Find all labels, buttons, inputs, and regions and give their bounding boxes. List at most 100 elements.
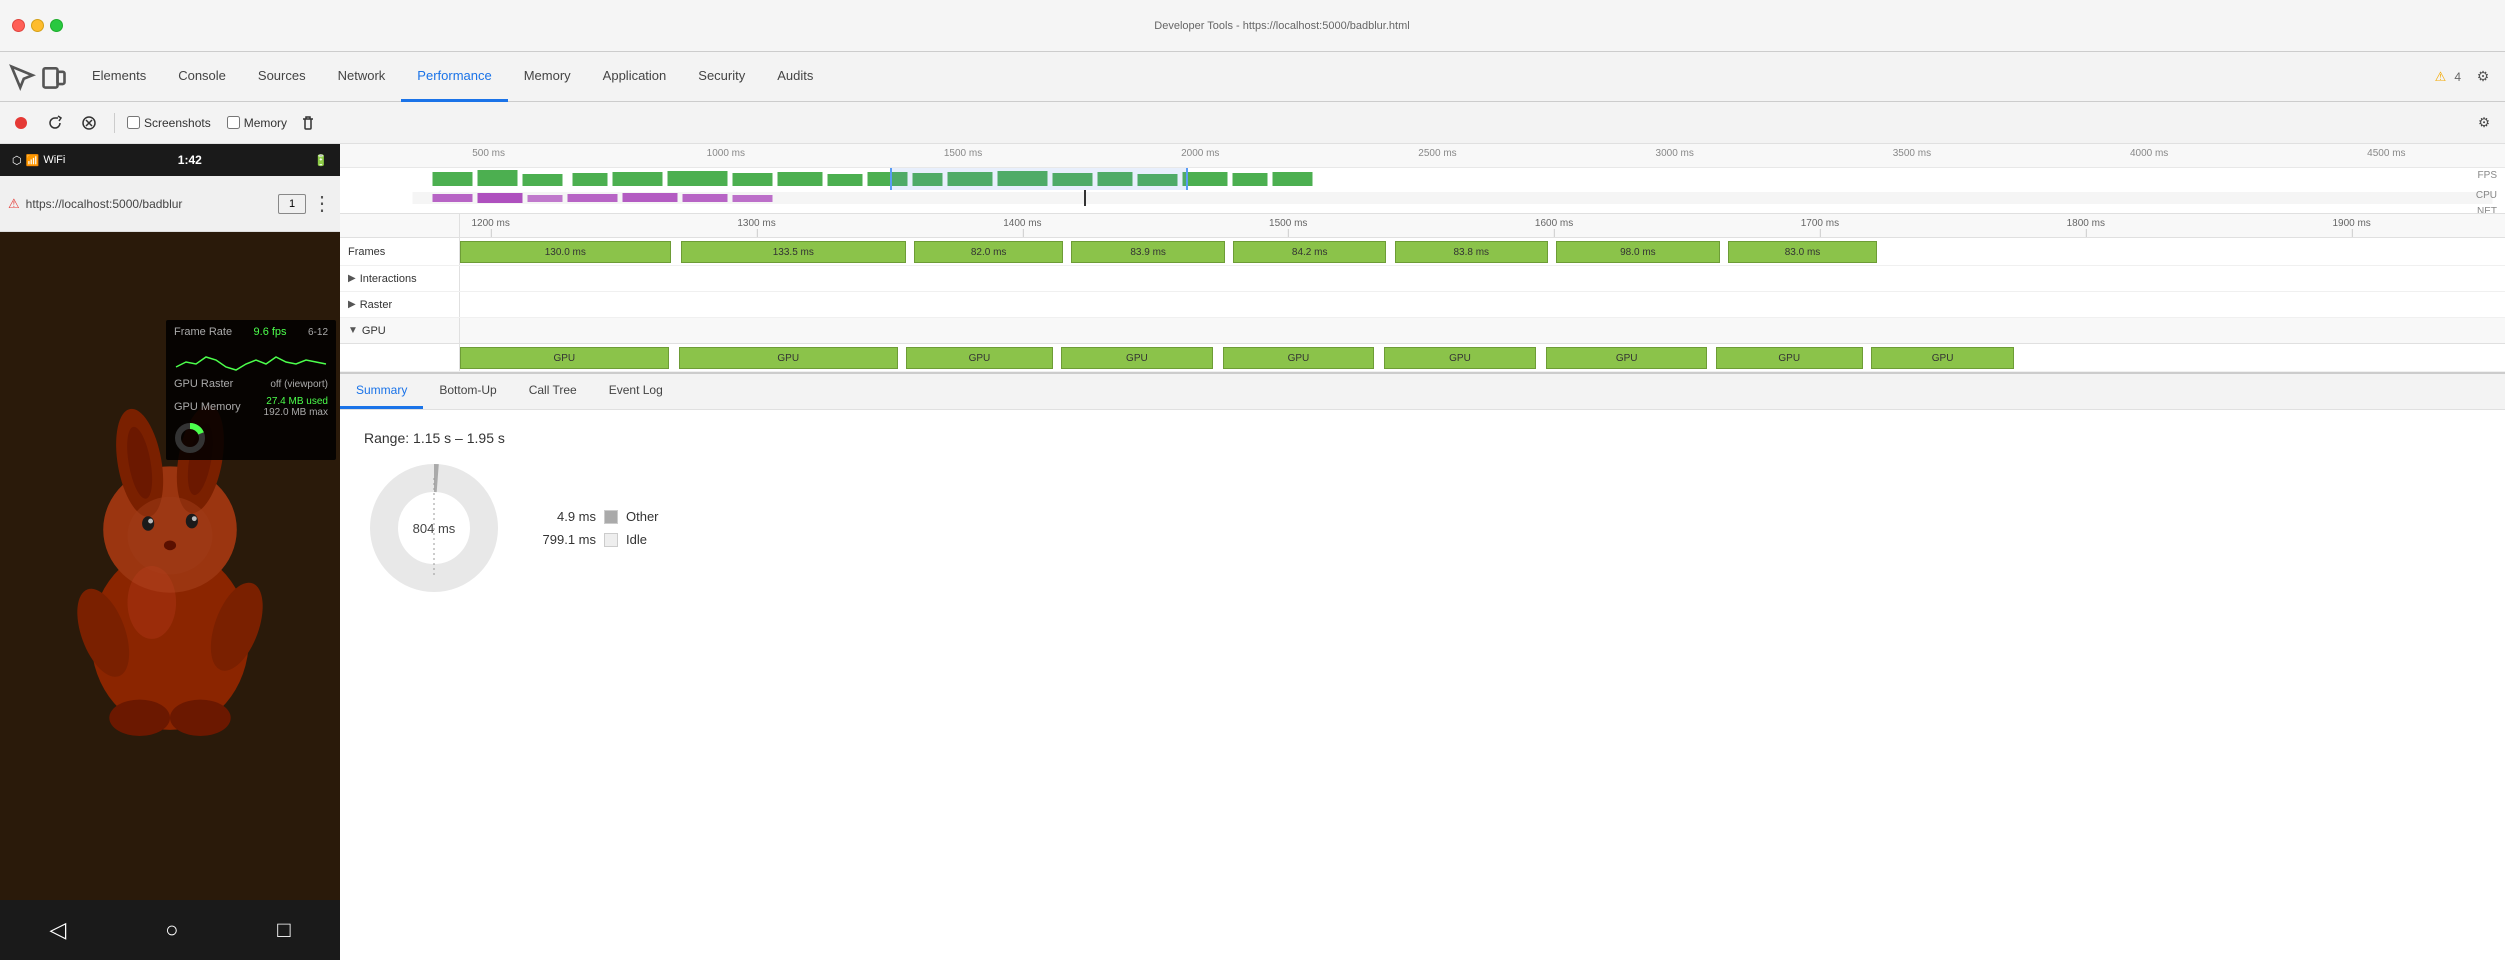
gpu-block-8[interactable]: GPU	[1871, 347, 2014, 369]
wifi-icon: WiFi	[43, 154, 65, 166]
tab-performance[interactable]: Performance	[401, 52, 507, 102]
expand-interactions-icon[interactable]: ▶	[348, 273, 356, 284]
back-button[interactable]: ◁	[41, 909, 74, 951]
idle-label: Idle	[626, 532, 647, 547]
memory-checkbox[interactable]	[227, 116, 240, 129]
gpu-block-2[interactable]: GPU	[906, 347, 1053, 369]
traffic-lights	[12, 19, 63, 32]
tick-1800: 1800 ms	[2067, 218, 2105, 229]
tick-1900: 1900 ms	[2332, 218, 2370, 229]
warning-icon: ⚠	[2435, 69, 2447, 85]
window-title: Developer Tools - https://localhost:5000…	[71, 20, 2493, 32]
expand-raster-icon[interactable]: ▶	[348, 299, 356, 310]
frames-label-text: Frames	[348, 246, 385, 258]
screenshots-checkbox-label[interactable]: Screenshots	[127, 116, 211, 130]
btab-summary[interactable]: Summary	[340, 373, 423, 409]
gpu-block-6[interactable]: GPU	[1546, 347, 1708, 369]
overview-timeline[interactable]: 500 ms 1000 ms 1500 ms 2000 ms 2500 ms 3…	[340, 144, 2505, 214]
delete-button[interactable]	[295, 110, 321, 136]
raster-content[interactable]	[460, 292, 2505, 317]
gpu-block-3[interactable]: GPU	[1061, 347, 1212, 369]
phone-time: 1:42	[178, 153, 202, 167]
record-button[interactable]	[8, 110, 34, 136]
expand-gpu-icon[interactable]: ▼	[348, 325, 358, 336]
memory-checkbox-label[interactable]: Memory	[227, 116, 287, 130]
frame-block-7[interactable]: 83.0 ms	[1728, 241, 1877, 263]
tab-console[interactable]: Console	[162, 52, 242, 102]
devtools-right: ⚠ 4 ⚙	[2435, 63, 2497, 91]
gpu-memory-donut	[174, 422, 328, 454]
detail-ruler: 1200 ms 1300 ms 1400 ms 1500 ms 1600 ms …	[340, 214, 2505, 238]
frame-block-0[interactable]: 130.0 ms	[460, 241, 671, 263]
maximize-button[interactable]	[50, 19, 63, 32]
ov-tick-7: 4000 ms	[2031, 148, 2268, 159]
device-toolbar-button[interactable]	[40, 63, 68, 91]
interactions-label-text: Interactions	[360, 273, 417, 285]
frame-block-2[interactable]: 82.0 ms	[914, 241, 1063, 263]
fps-overview-row: FPS	[340, 168, 2505, 190]
close-button[interactable]	[12, 19, 25, 32]
signal-icon: 📶	[26, 154, 40, 167]
legend-idle: 799.1 ms Idle	[536, 532, 659, 547]
tab-elements[interactable]: Elements	[76, 52, 162, 102]
tab-memory[interactable]: Memory	[508, 52, 587, 102]
tab-application[interactable]: Application	[587, 52, 683, 102]
gpu-raster-row: GPU Raster off (viewport)	[174, 378, 328, 390]
btab-call-tree[interactable]: Call Tree	[513, 373, 593, 409]
donut-chart: 804 ms	[364, 458, 504, 598]
ov-tick-0: 500 ms	[370, 148, 607, 159]
settings-icon-button[interactable]: ⚙	[2471, 110, 2497, 136]
range-text: Range: 1.15 s – 1.95 s	[364, 430, 2481, 446]
frames-row: Frames 130.0 ms 133.5 ms 82.0 ms 83.9 ms…	[340, 238, 2505, 266]
phone-nav-bar: ◁ ○ □	[0, 900, 340, 960]
fps-range: 6-12	[308, 327, 328, 338]
settings-button[interactable]: ⚙	[2469, 63, 2497, 91]
raster-label-text: Raster	[360, 299, 392, 311]
gpu-memory-max: 192.0 MB max	[264, 407, 328, 418]
phone-content: Frame Rate 9.6 fps 6-12 GPU Raster off (…	[0, 232, 340, 900]
home-button[interactable]: ○	[157, 909, 186, 951]
phone-status-left: ⬡ 📶 WiFi	[12, 154, 65, 167]
gpu-block-4[interactable]: GPU	[1223, 347, 1374, 369]
interactions-content[interactable]	[460, 266, 2505, 291]
phone-tab-count[interactable]: 1	[278, 194, 306, 214]
ov-tick-4: 2500 ms	[1319, 148, 1556, 159]
btab-event-log[interactable]: Event Log	[593, 373, 679, 409]
cpu-overview-row: CPU	[340, 190, 2505, 206]
reload-record-button[interactable]	[42, 110, 68, 136]
phone-url: https://localhost:5000/badblur	[26, 197, 272, 211]
inspect-button[interactable]	[8, 63, 36, 91]
gpu-memory-label: GPU Memory	[174, 401, 241, 413]
clear-button[interactable]	[76, 110, 102, 136]
gpu-block-7[interactable]: GPU	[1716, 347, 1863, 369]
warning-count: 4	[2454, 70, 2461, 84]
btab-bottom-up[interactable]: Bottom-Up	[423, 373, 512, 409]
frame-block-4[interactable]: 84.2 ms	[1233, 241, 1386, 263]
performance-panel: 500 ms 1000 ms 1500 ms 2000 ms 2500 ms 3…	[340, 144, 2505, 960]
frames-content[interactable]: 130.0 ms 133.5 ms 82.0 ms 83.9 ms 84.2 m…	[460, 238, 2505, 265]
fps-value: 9.6 fps	[254, 326, 287, 338]
screenshots-checkbox[interactable]	[127, 116, 140, 129]
gpu-blocks[interactable]: GPU GPU GPU GPU GPU GPU GPU GPU GPU	[460, 344, 2505, 371]
frame-block-1[interactable]: 133.5 ms	[681, 241, 906, 263]
gpu-block-0[interactable]: GPU	[460, 347, 669, 369]
frame-block-3[interactable]: 83.9 ms	[1071, 241, 1224, 263]
tab-network[interactable]: Network	[322, 52, 402, 102]
tab-sources[interactable]: Sources	[242, 52, 322, 102]
minimize-button[interactable]	[31, 19, 44, 32]
other-label: Other	[626, 509, 659, 524]
frame-block-6[interactable]: 98.0 ms	[1556, 241, 1720, 263]
recents-button[interactable]: □	[269, 909, 298, 951]
main-content: ⬡ 📶 WiFi 1:42 🔋 ⚠ https://localhost:5000…	[0, 144, 2505, 960]
tick-1500: 1500 ms	[1269, 218, 1307, 229]
phone-menu-button[interactable]: ⋮	[312, 191, 332, 216]
tab-security[interactable]: Security	[682, 52, 761, 102]
gpu-block-1[interactable]: GPU	[679, 347, 898, 369]
frames-label: Frames	[340, 238, 460, 265]
gpu-header-label: ▼ GPU	[340, 318, 460, 343]
gpu-block-5[interactable]: GPU	[1384, 347, 1535, 369]
tab-audits[interactable]: Audits	[761, 52, 829, 102]
frame-block-5[interactable]: 83.8 ms	[1395, 241, 1548, 263]
devtools-tabs: Elements Console Sources Network Perform…	[76, 52, 829, 102]
battery-icon: 🔋	[314, 154, 328, 167]
